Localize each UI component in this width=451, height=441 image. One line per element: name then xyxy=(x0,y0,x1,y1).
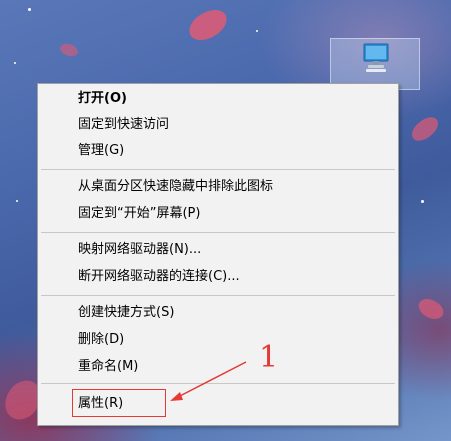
annotation-number: 1 xyxy=(259,340,279,375)
annotation-arrow xyxy=(170,361,247,401)
